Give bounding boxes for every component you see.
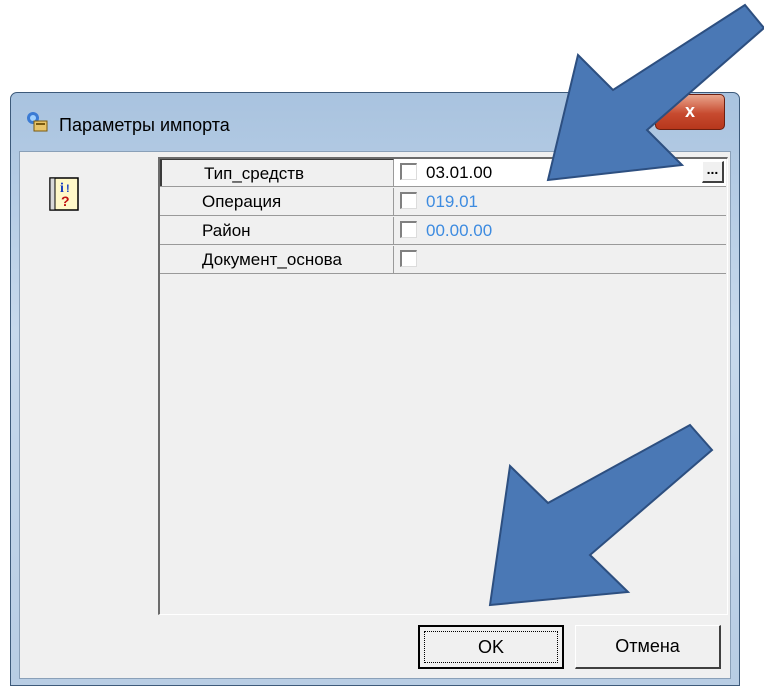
arrow-top-right	[546, 3, 764, 182]
annotation-arrows	[488, 3, 764, 607]
arrow-bottom-right	[488, 423, 714, 607]
